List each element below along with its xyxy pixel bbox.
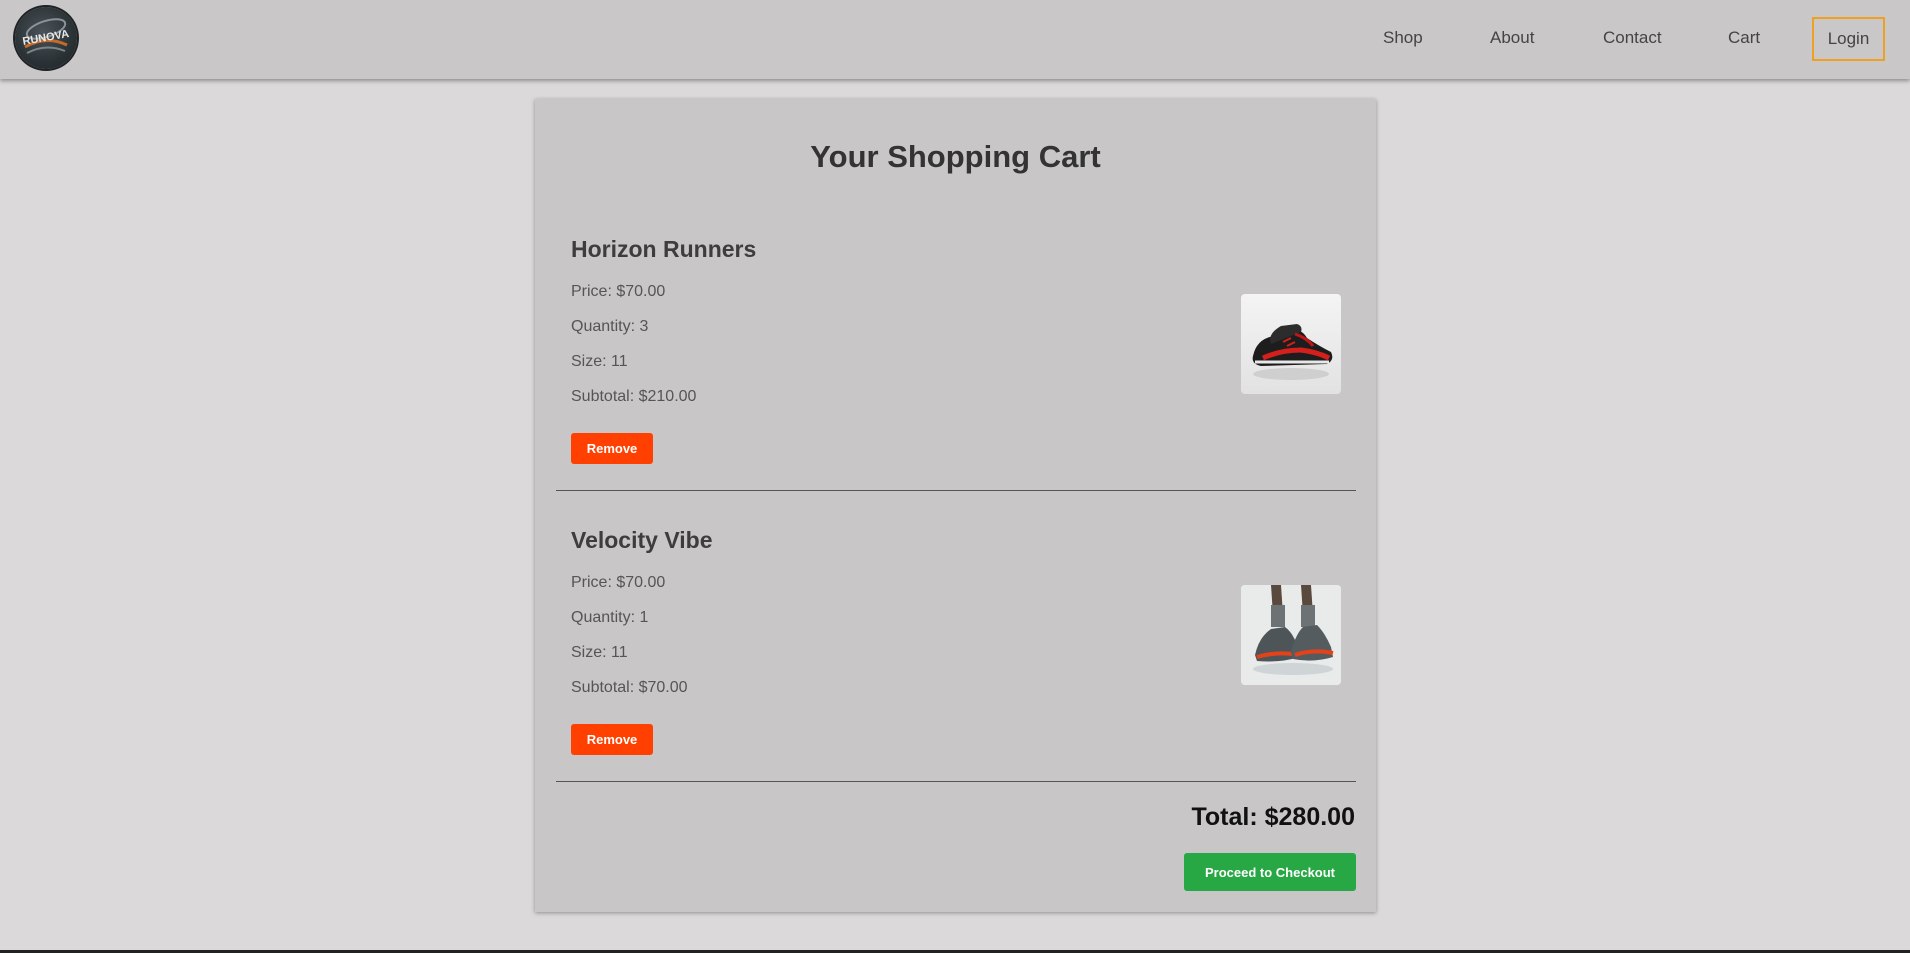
- sneaker-on-feet-icon: [1241, 585, 1341, 685]
- item-subtotal: Subtotal: $210.00: [571, 388, 697, 405]
- divider: [556, 490, 1356, 491]
- item-size: Size: 11: [571, 353, 628, 370]
- cart-total: Total: $280.00: [1191, 803, 1355, 831]
- item-name: Horizon Runners: [571, 236, 757, 262]
- nav-cart[interactable]: Cart: [1728, 28, 1760, 48]
- product-image[interactable]: [1241, 585, 1341, 685]
- item-subtotal: Subtotal: $70.00: [571, 679, 688, 696]
- cart-item: Horizon Runners Price: $70.00 Quantity: …: [535, 229, 1376, 520]
- checkout-button[interactable]: Proceed to Checkout: [1184, 853, 1356, 891]
- cart-item: Velocity Vibe Price: $70.00 Quantity: 1 …: [535, 520, 1376, 811]
- nav-contact[interactable]: Contact: [1603, 28, 1662, 48]
- item-price: Price: $70.00: [571, 283, 666, 300]
- item-price: Price: $70.00: [571, 574, 666, 591]
- sneaker-red-black-icon: [1252, 324, 1333, 380]
- remove-button[interactable]: Remove: [571, 433, 653, 464]
- divider: [556, 781, 1356, 782]
- product-image[interactable]: [1241, 294, 1341, 394]
- remove-button[interactable]: Remove: [571, 724, 653, 755]
- item-size: Size: 11: [571, 644, 628, 661]
- item-quantity: Quantity: 3: [571, 318, 649, 335]
- nav-shop[interactable]: Shop: [1383, 28, 1423, 48]
- item-quantity: Quantity: 1: [571, 609, 649, 626]
- runova-logo[interactable]: RUNOVA: [15, 7, 77, 69]
- cart-panel: Your Shopping Cart Horizon Runners Price…: [535, 99, 1376, 912]
- item-name: Velocity Vibe: [571, 527, 713, 553]
- page-title: Your Shopping Cart: [810, 139, 1101, 174]
- nav-about[interactable]: About: [1490, 28, 1534, 48]
- site-header: RUNOVA Shop About Contact Cart Login: [0, 0, 1910, 79]
- login-button[interactable]: Login: [1812, 17, 1885, 61]
